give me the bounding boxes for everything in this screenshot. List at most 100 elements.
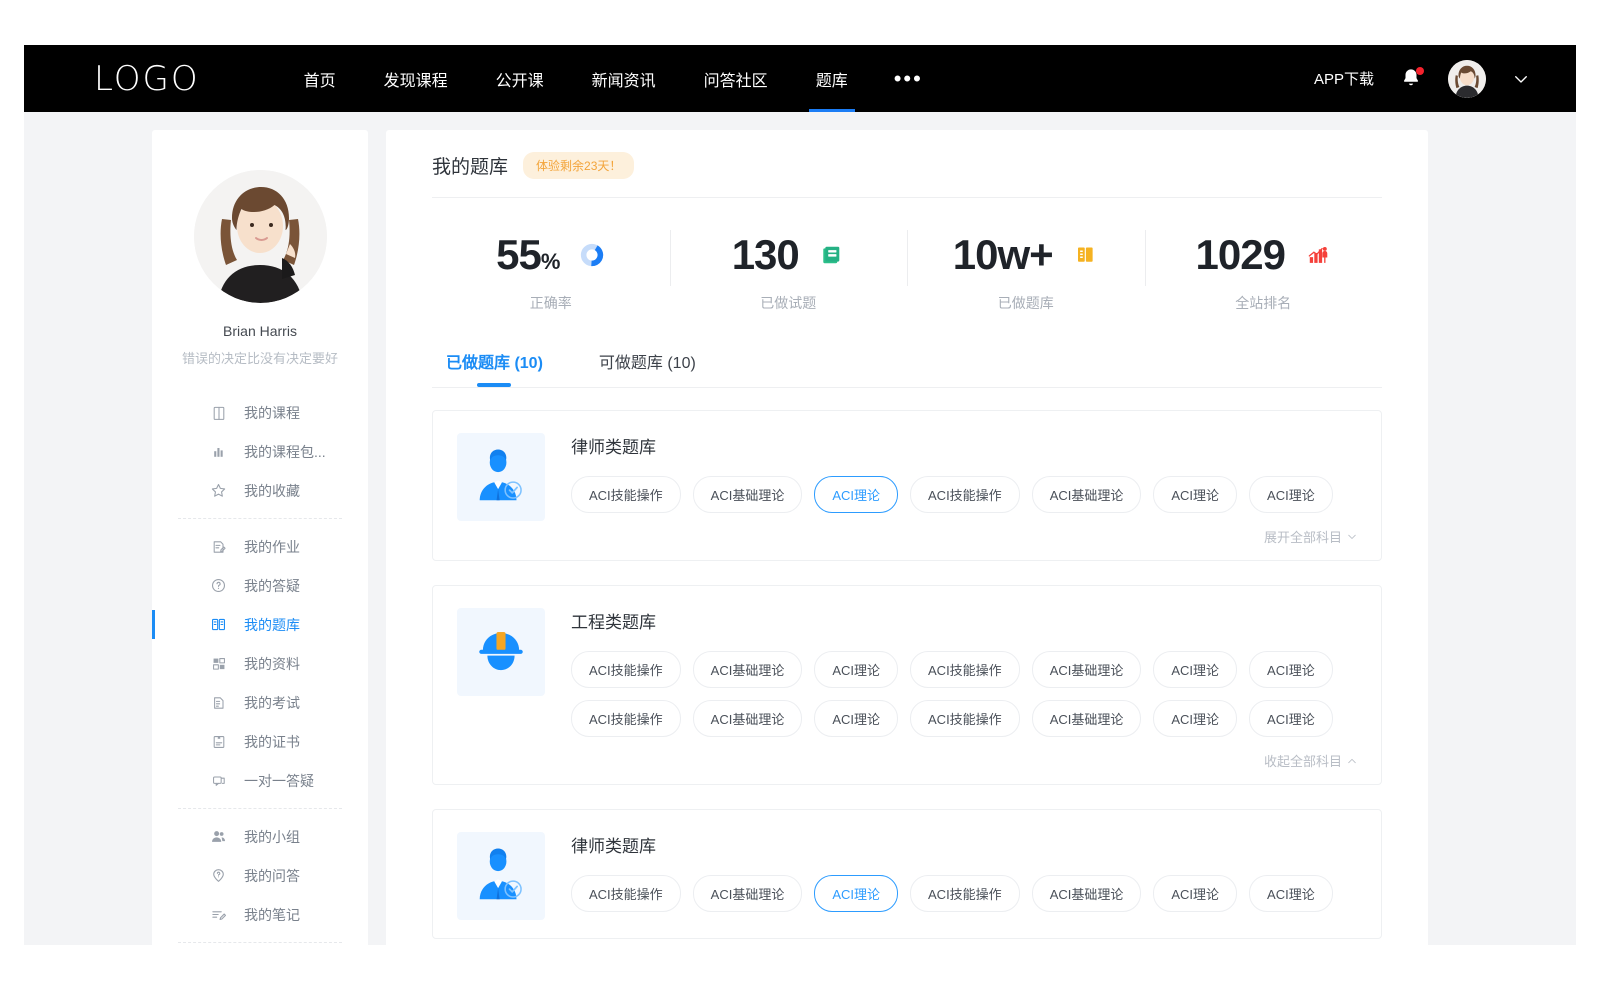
bars-icon <box>210 443 227 460</box>
subject-tag[interactable]: ACI技能操作 <box>571 700 681 737</box>
chevron-down-icon[interactable] <box>1512 70 1530 88</box>
stat-label: 正确率 <box>530 293 572 313</box>
nav-item-6[interactable]: 题库 <box>792 45 872 112</box>
expand-subjects-button[interactable]: 展开全部科目 <box>571 525 1357 546</box>
subject-tag[interactable]: ACI基础理论 <box>693 476 803 513</box>
subject-tag[interactable]: ACI技能操作 <box>910 700 1020 737</box>
sidebar-item-label: 我的资料 <box>244 654 300 674</box>
subject-tag[interactable]: ACI理论 <box>1153 651 1237 688</box>
sidebar-item-我的证书[interactable]: 我的证书 <box>152 722 368 761</box>
user-avatar-image <box>1448 60 1486 98</box>
top-navigation-bar: LOGO 首页发现课程公开课新闻资讯问答社区题库 ••• APP下载 <box>24 45 1576 112</box>
question-bank-card: 工程类题库ACI技能操作ACI基础理论ACI理论ACI技能操作ACI基础理论AC… <box>432 585 1382 785</box>
nav-item-5[interactable]: 问答社区 <box>680 45 792 112</box>
subject-tag[interactable]: ACI基础理论 <box>693 875 803 912</box>
expand-subjects-label: 展开全部科目 <box>1264 527 1342 546</box>
sidebar-item-我的考试[interactable]: 我的考试 <box>152 683 368 722</box>
sidebar-item-我的资料[interactable]: 我的资料 <box>152 644 368 683</box>
sidebar-item-我的问答[interactable]: 我的问答 <box>152 856 368 895</box>
subject-tag[interactable]: ACI理论 <box>814 651 898 688</box>
menu-divider <box>178 808 342 809</box>
nav-more-icon[interactable]: ••• <box>872 45 945 112</box>
lawyer-avatar-icon <box>457 433 545 521</box>
stat-number: 130 <box>732 231 799 278</box>
profile-sidebar: Brian Harris 错误的决定比没有决定要好 我的课程我的课程包...我的… <box>152 130 368 945</box>
subject-tag[interactable]: ACI基础理论 <box>1032 476 1142 513</box>
subject-tag[interactable]: ACI理论 <box>1249 476 1333 513</box>
sidebar-item-我的作业[interactable]: 我的作业 <box>152 527 368 566</box>
subject-tag[interactable]: ACI技能操作 <box>571 875 681 912</box>
stat-label: 全站排名 <box>1235 293 1291 313</box>
tab-label: 可做题库 (10) <box>599 355 696 372</box>
subject-tag[interactable]: ACI理论 <box>814 700 898 737</box>
subject-tag[interactable]: ACI技能操作 <box>910 476 1020 513</box>
subject-tag[interactable]: ACI理论 <box>1249 875 1333 912</box>
sidebar-item-我的小组[interactable]: 我的小组 <box>152 817 368 856</box>
subject-tag[interactable]: ACI理论 <box>1153 700 1237 737</box>
subject-tag[interactable]: ACI理论 <box>814 476 898 513</box>
subject-tag[interactable]: ACI基础理论 <box>1032 651 1142 688</box>
question-circle-icon <box>210 577 227 594</box>
sidebar-item-一对一答疑[interactable]: 一对一答疑 <box>152 761 368 800</box>
site-logo[interactable]: LOGO <box>94 59 200 99</box>
notification-bell-button[interactable] <box>1400 67 1422 91</box>
nav-item-4[interactable]: 新闻资讯 <box>568 45 680 112</box>
sidebar-menu: 我的课程我的课程包...我的收藏我的作业我的答疑我的题库我的资料我的考试我的证书… <box>152 393 368 945</box>
sidebar-item-我的课程[interactable]: 我的课程 <box>152 393 368 432</box>
card-title: 工程类题库 <box>571 608 1357 633</box>
menu-divider <box>178 518 342 519</box>
notification-dot <box>1416 67 1424 75</box>
stat-value: 130 <box>732 234 799 276</box>
profile-avatar[interactable] <box>194 170 327 303</box>
nav-item-2[interactable]: 发现课程 <box>360 45 472 112</box>
app-surface: LOGO 首页发现课程公开课新闻资讯问答社区题库 ••• APP下载 <box>24 45 1576 945</box>
sidebar-item-label: 我的问答 <box>244 866 300 886</box>
subject-tag[interactable]: ACI理论 <box>1153 875 1237 912</box>
sidebar-item-label: 我的题库 <box>244 615 300 635</box>
stat-3: 10w+已做题库 <box>907 226 1145 319</box>
subject-tag[interactable]: ACI基础理论 <box>1032 875 1142 912</box>
sidebar-item-label: 我的小组 <box>244 827 300 847</box>
sidebar-item-我的题库[interactable]: 我的题库 <box>152 605 368 644</box>
subject-tag[interactable]: ACI基础理论 <box>693 700 803 737</box>
profile-motto: 错误的决定比没有决定要好 <box>152 348 368 367</box>
subject-tag[interactable]: ACI技能操作 <box>571 651 681 688</box>
sidebar-item-我的课程包[interactable]: 我的课程包... <box>152 432 368 471</box>
stat-value-row: 10w+ <box>953 234 1099 276</box>
status-badge: 体验剩余23天！ <box>523 152 634 179</box>
question-bank-card: 律师类题库ACI技能操作ACI基础理论ACI理论ACI技能操作ACI基础理论AC… <box>432 410 1382 561</box>
donut-chart-icon <box>579 242 605 268</box>
subject-tag[interactable]: ACI理论 <box>1153 476 1237 513</box>
stat-4: 1029 全站排名 <box>1145 226 1383 319</box>
subject-tag[interactable]: ACI技能操作 <box>910 875 1020 912</box>
subject-tag-row: ACI技能操作 ACI基础理论 ACI理论 ACI技能操作 ACI基础理论 ACI理论 AC… <box>571 651 1357 688</box>
subject-tag[interactable]: ACI理论 <box>814 875 898 912</box>
book-icon <box>210 404 227 421</box>
main-nav: 首页发现课程公开课新闻资讯问答社区题库 <box>280 45 872 112</box>
subject-tag[interactable]: ACI理论 <box>1249 651 1333 688</box>
app-download-link[interactable]: APP下载 <box>1314 68 1374 89</box>
subject-tag[interactable]: ACI技能操作 <box>910 651 1020 688</box>
grid-icon <box>210 655 227 672</box>
note-edit-icon <box>210 906 227 923</box>
subject-tag[interactable]: ACI理论 <box>1249 700 1333 737</box>
expand-subjects-button[interactable]: 收起全部科目 <box>571 749 1357 770</box>
sidebar-item-label: 我的证书 <box>244 732 300 752</box>
subject-tag[interactable]: ACI基础理论 <box>693 651 803 688</box>
sidebar-item-我的答疑[interactable]: 我的答疑 <box>152 566 368 605</box>
nav-item-label: 发现课程 <box>384 67 448 91</box>
card-body: 律师类题库ACI技能操作ACI基础理论ACI理论ACI技能操作ACI基础理论AC… <box>571 832 1357 924</box>
card-body: 工程类题库ACI技能操作ACI基础理论ACI理论ACI技能操作ACI基础理论AC… <box>571 608 1357 770</box>
nav-item-1[interactable]: 首页 <box>280 45 360 112</box>
sidebar-item-我的收藏[interactable]: 我的收藏 <box>152 471 368 510</box>
subject-tag[interactable]: ACI基础理论 <box>1032 700 1142 737</box>
avatar[interactable] <box>1448 60 1486 98</box>
tab-1[interactable]: 已做题库 (10) <box>446 349 543 387</box>
tab-2[interactable]: 可做题库 (10) <box>599 349 696 387</box>
certificate-icon <box>210 733 227 750</box>
nav-item-3[interactable]: 公开课 <box>472 45 568 112</box>
sidebar-item-我的笔记[interactable]: 我的笔记 <box>152 895 368 934</box>
stat-value-row: 1029 <box>1196 234 1331 276</box>
stat-number: 55 <box>496 231 541 278</box>
subject-tag[interactable]: ACI技能操作 <box>571 476 681 513</box>
